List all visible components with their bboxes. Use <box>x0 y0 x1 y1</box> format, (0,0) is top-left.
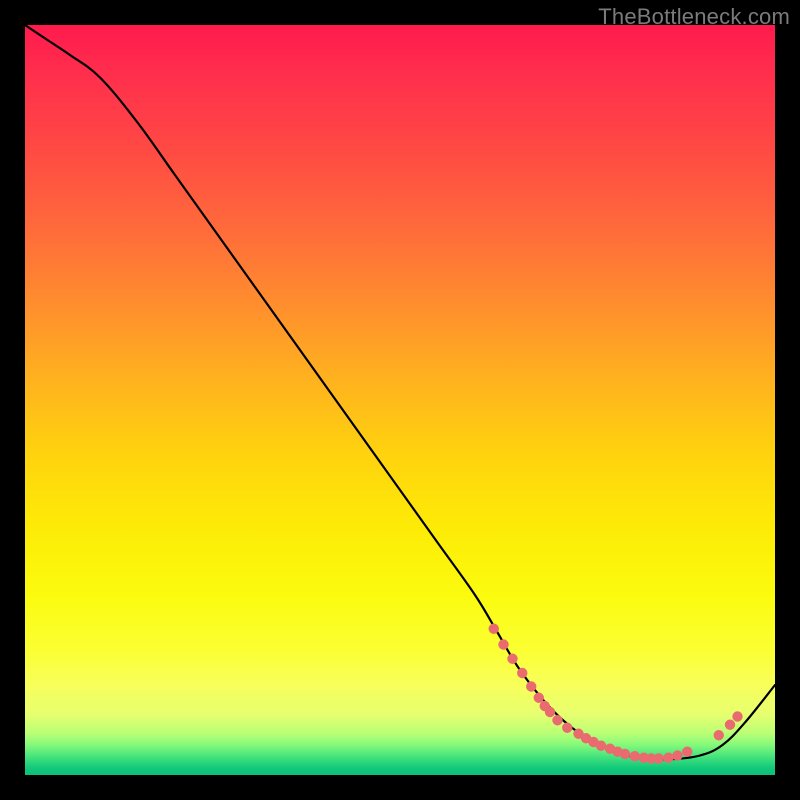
curve-markers <box>489 624 743 764</box>
curve-marker <box>596 741 606 751</box>
bottleneck-curve <box>25 25 775 759</box>
curve-marker <box>663 753 673 763</box>
curve-marker <box>526 681 536 691</box>
curve-marker <box>562 723 572 733</box>
curve-marker <box>507 654 517 664</box>
curve-marker <box>517 668 527 678</box>
curve-marker <box>654 753 664 763</box>
curve-marker <box>725 720 735 730</box>
plot-area <box>25 25 775 775</box>
curve-marker <box>545 707 555 717</box>
curve-marker <box>489 624 499 634</box>
curve-layer <box>25 25 775 775</box>
curve-marker <box>552 715 562 725</box>
curve-marker <box>672 750 682 760</box>
curve-marker <box>714 730 724 740</box>
chart-frame: TheBottleneck.com <box>0 0 800 800</box>
curve-marker <box>732 711 742 721</box>
curve-marker <box>498 639 508 649</box>
curve-marker <box>630 751 640 761</box>
curve-marker <box>620 749 630 759</box>
curve-marker <box>682 747 692 757</box>
